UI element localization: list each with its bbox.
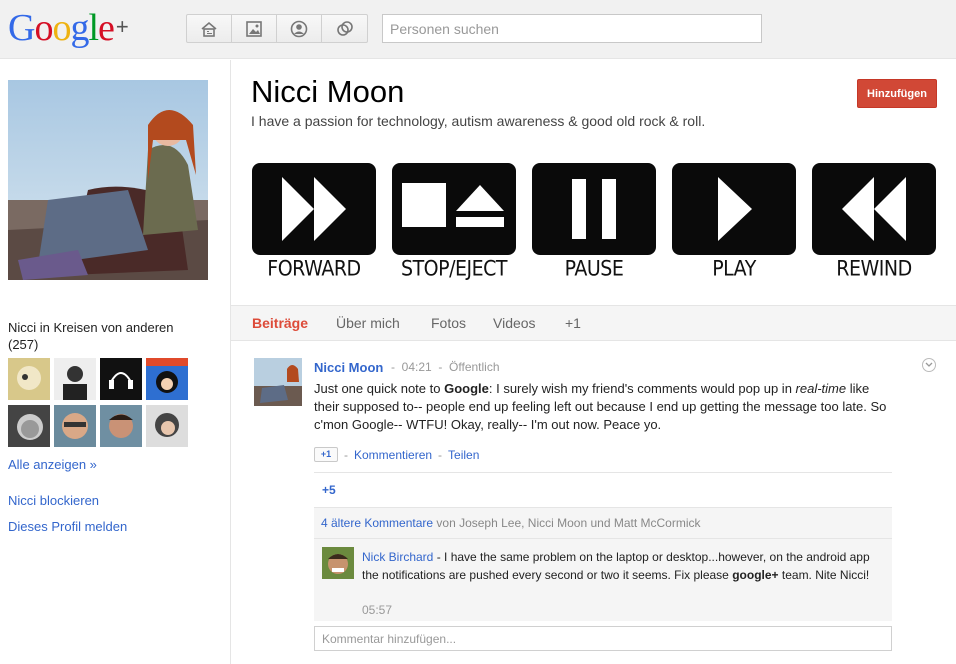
plusone-count[interactable]: +5: [314, 472, 892, 507]
post-visibility: Öffentlich: [449, 360, 500, 374]
nav-button-group: [186, 14, 368, 43]
show-all-link[interactable]: Alle anzeigen »: [8, 457, 97, 472]
circle-avatar[interactable]: [8, 405, 50, 447]
logo-letter: o: [52, 7, 71, 49]
google-logo-text: Google: [8, 7, 115, 49]
logo-letter: e: [98, 7, 115, 49]
post-menu-button[interactable]: [922, 358, 936, 372]
tab-photos[interactable]: Fotos: [431, 315, 466, 331]
tab-videos[interactable]: Videos: [493, 315, 536, 331]
plusone-button[interactable]: +1: [314, 447, 338, 462]
profile-banner: FORWARD STOP/EJECT PAUSE PLAY REWIND: [250, 155, 938, 285]
logo-letter: G: [8, 7, 35, 49]
circle-avatar[interactable]: [146, 405, 188, 447]
logo-letter: g: [70, 7, 89, 49]
tab-posts[interactable]: Beiträge: [252, 315, 308, 331]
profile-button[interactable]: [277, 15, 322, 42]
comment-author-link[interactable]: Nick Birchard: [362, 550, 433, 564]
circles-avatar-grid: [8, 358, 192, 447]
circle-avatar[interactable]: [54, 405, 96, 447]
circles-button[interactable]: [322, 15, 367, 42]
top-bar: Google+: [0, 0, 956, 59]
tab-about[interactable]: Über mich: [336, 315, 400, 331]
fast-forward-icon: [282, 177, 346, 241]
post-body: Just one quick note to Google: I surely …: [314, 381, 887, 432]
post-author-avatar[interactable]: [254, 358, 302, 406]
share-action-link[interactable]: Teilen: [448, 448, 479, 462]
profile-icon: [290, 20, 308, 37]
profile-sidebar: Nicci in Kreisen von anderen (257) Alle …: [0, 60, 231, 664]
logo-plus: +: [115, 14, 129, 39]
circle-avatar[interactable]: [100, 405, 142, 447]
comment-author-avatar[interactable]: [322, 547, 354, 579]
post-meta: - 04:21 - Öffentlich: [391, 360, 500, 374]
comment-item: Nick Birchard - I have the same problem …: [314, 539, 892, 621]
logo-letter: o: [34, 7, 53, 49]
rewind-icon: [842, 177, 906, 241]
home-button[interactable]: [187, 15, 232, 42]
circles-heading: Nicci in Kreisen von anderen (257): [8, 320, 174, 352]
report-profile-link[interactable]: Dieses Profil melden: [8, 519, 127, 534]
circle-avatar[interactable]: [8, 358, 50, 400]
comment-text: Nick Birchard - I have the same problem …: [362, 550, 870, 582]
play-icon: [718, 177, 752, 241]
post-timestamp[interactable]: 04:21: [402, 360, 432, 374]
profile-tagline: I have a passion for technology, autism …: [251, 113, 706, 129]
circles-icon: [336, 20, 353, 36]
banner-play: PLAY: [670, 155, 798, 285]
post-author-link[interactable]: Nicci Moon: [314, 360, 383, 375]
post-actions: +1 - Kommentieren - Teilen: [314, 447, 479, 462]
photos-button[interactable]: [232, 15, 277, 42]
pause-icon: [572, 179, 616, 239]
profile-name: Nicci Moon: [251, 74, 405, 109]
circle-avatar[interactable]: [54, 358, 96, 400]
banner-stop-eject: STOP/EJECT: [390, 155, 518, 285]
photos-icon: [246, 20, 262, 37]
banner-pause: PAUSE: [530, 155, 658, 285]
circle-avatar[interactable]: [100, 358, 142, 400]
banner-forward: FORWARD: [250, 155, 378, 285]
chevron-down-icon: [925, 362, 933, 367]
older-comments-bar: 4 ältere Kommentare von Joseph Lee, Nicc…: [314, 507, 892, 539]
profile-photo[interactable]: [8, 80, 208, 280]
block-profile-link[interactable]: Nicci blockieren: [8, 493, 99, 508]
comment-action-link[interactable]: Kommentieren: [354, 448, 432, 462]
add-to-circles-button[interactable]: Hinzufügen: [857, 79, 937, 108]
people-search-input[interactable]: [382, 14, 762, 43]
logo-letter: l: [88, 7, 99, 49]
add-comment-input[interactable]: [314, 626, 892, 651]
banner-rewind: REWIND: [810, 155, 938, 285]
google-plus-logo[interactable]: Google+: [8, 7, 129, 53]
older-comments-link[interactable]: 4 ältere Kommentare: [321, 516, 433, 530]
circle-avatar[interactable]: [146, 358, 188, 400]
home-icon: [201, 21, 217, 37]
tab-plusone[interactable]: +1: [565, 315, 581, 331]
profile-tabs: Beiträge Über mich Fotos Videos +1: [231, 305, 956, 341]
stop-eject-icon: [402, 183, 504, 227]
comment-timestamp: 05:57: [362, 603, 393, 617]
